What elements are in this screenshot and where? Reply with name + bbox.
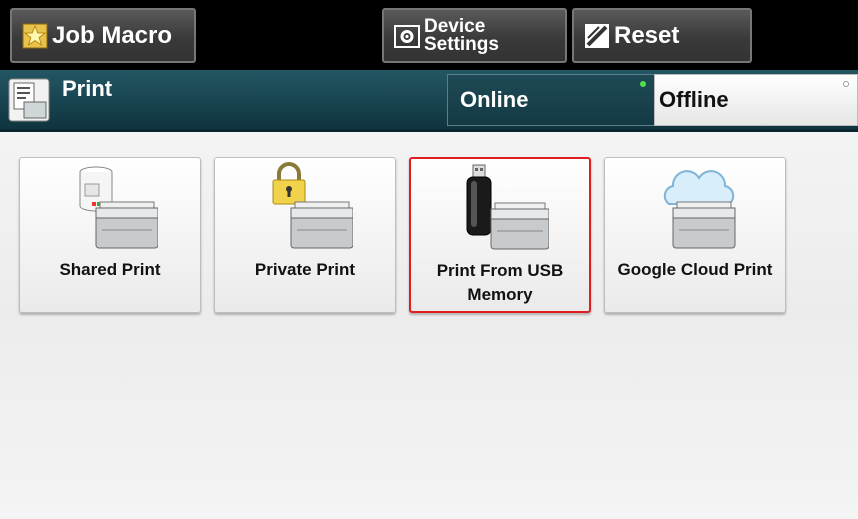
- top-toolbar: Job Macro Device Settings Reset: [0, 0, 858, 70]
- offline-indicator-icon: [843, 81, 849, 87]
- cloud-print-icon: [663, 170, 736, 249]
- reset-button[interactable]: Reset: [572, 8, 752, 63]
- star-icon: [22, 23, 48, 48]
- device-settings-label-line2: Settings: [424, 33, 499, 55]
- print-from-usb-memory-tile[interactable]: Print From USB Memory: [409, 157, 591, 313]
- private-print-tile[interactable]: Private Print: [214, 157, 396, 313]
- shared-print-tile[interactable]: Shared Print: [19, 157, 201, 313]
- online-label: Online: [460, 87, 529, 112]
- device-settings-label-line1: Device: [424, 15, 486, 37]
- print-document-icon: [8, 78, 50, 122]
- tile-label: Google Cloud Print: [617, 260, 773, 279]
- page-title: Print: [62, 76, 113, 101]
- online-indicator-icon: [640, 81, 646, 87]
- print-screen: Job Macro Device Settings Reset Print On…: [0, 0, 858, 519]
- gear-icon: [394, 24, 420, 48]
- private-print-icon: [272, 162, 353, 249]
- tile-label: Private Print: [254, 260, 356, 279]
- online-tab[interactable]: Online: [447, 74, 654, 126]
- job-macro-button[interactable]: Job Macro: [10, 8, 196, 63]
- reset-label: Reset: [614, 21, 680, 49]
- shared-print-icon: [79, 166, 158, 249]
- reset-icon: [585, 23, 609, 48]
- job-macro-label: Job Macro: [52, 21, 173, 49]
- tile-label: Print From USB Memory: [436, 261, 564, 304]
- device-settings-button[interactable]: Device Settings: [382, 8, 567, 63]
- header-bar: Print Online Offline: [0, 70, 858, 132]
- usb-print-icon: [466, 164, 549, 250]
- tile-label: Shared Print: [59, 260, 161, 279]
- offline-tab[interactable]: Offline: [654, 74, 858, 126]
- offline-label: Offline: [659, 87, 729, 112]
- google-cloud-print-tile[interactable]: Google Cloud Print: [604, 157, 786, 313]
